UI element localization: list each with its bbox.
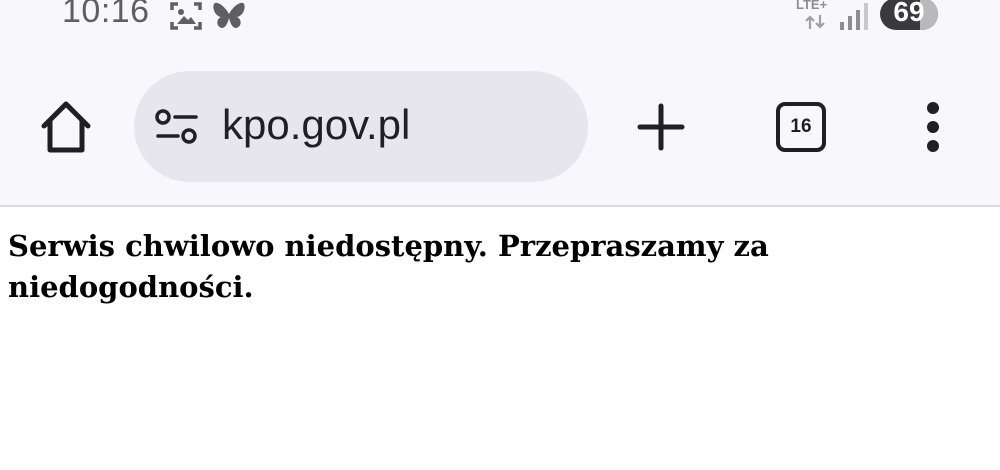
battery-percent: 69 xyxy=(893,0,925,27)
butterfly-icon xyxy=(213,2,245,29)
plus-icon[interactable] xyxy=(636,102,686,152)
site-settings-icon[interactable] xyxy=(154,109,200,145)
network-type: LTE+ xyxy=(796,0,828,12)
browser-chrome: 10:16 LTE+ 69 kpo.gov.pl 16 xyxy=(0,0,1000,205)
home-icon[interactable] xyxy=(36,98,96,158)
status-time: 10:16 xyxy=(62,0,150,30)
error-message: Serwis chwilowo niedostępny. Przepraszam… xyxy=(8,229,769,304)
tab-count: 16 xyxy=(790,116,812,137)
signal-icon xyxy=(840,3,868,30)
more-vert-icon[interactable] xyxy=(920,101,946,153)
tab-switcher-icon[interactable]: 16 xyxy=(776,102,826,152)
omnibox[interactable]: kpo.gov.pl xyxy=(134,71,588,182)
status-bar: 10:16 LTE+ 69 xyxy=(0,0,1000,40)
screenshot-icon xyxy=(170,2,202,30)
toolbar-divider xyxy=(0,205,1000,207)
data-arrows-icon xyxy=(805,15,825,29)
battery-icon: 69 xyxy=(880,0,938,30)
url-text[interactable]: kpo.gov.pl xyxy=(222,101,410,149)
